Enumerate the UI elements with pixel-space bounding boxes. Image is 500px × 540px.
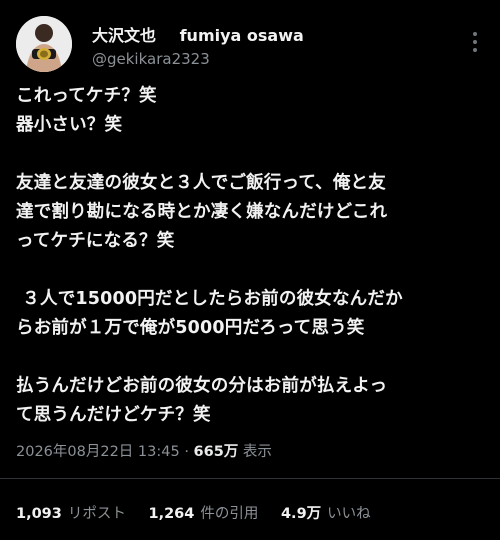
likes-stat[interactable]: 4.9万 いいね bbox=[281, 506, 371, 522]
likes-label: いいね bbox=[327, 506, 371, 522]
timestamp[interactable]: 2026年08月22日 13:45 bbox=[16, 444, 180, 460]
views-label: 表示 bbox=[242, 444, 272, 460]
tweet-header: 大沢文也 fumiya osawa @gekikara2323 bbox=[16, 16, 488, 72]
quotes-label: 件の引用 bbox=[200, 506, 259, 522]
author-english-name[interactable]: fumiya osawa bbox=[180, 26, 304, 45]
avatar[interactable] bbox=[16, 16, 72, 72]
likes-count: 4.9万 bbox=[280, 506, 322, 522]
tweet-line: ３人で15000円だとしたらお前の彼女なんだか bbox=[16, 289, 403, 309]
tweet-meta: 2026年08月22日 13:45 · 665万 表示 bbox=[16, 440, 272, 461]
tweet-line: これってケチ？笑 bbox=[16, 86, 157, 106]
tweet-line: らお前が１万で俺が5000円だろって思う笑 bbox=[16, 318, 365, 338]
tweet-line: 達で割り勘になる時とか凄く嫌なんだけどこれ bbox=[16, 202, 388, 222]
tweet-line: 払うんだけどお前の彼女の分はお前が払えよっ bbox=[16, 376, 388, 396]
meta-separator: · bbox=[184, 444, 189, 460]
more-vertical-icon[interactable] bbox=[472, 32, 478, 52]
reposts-count: 1,093 bbox=[16, 506, 62, 522]
divider bbox=[0, 478, 500, 479]
author-handle[interactable]: @gekikara2323 bbox=[92, 50, 304, 68]
tweet-line: ってケチになる？笑 bbox=[16, 231, 175, 251]
avatar-image bbox=[16, 16, 72, 72]
quotes-count: 1,264 bbox=[148, 506, 195, 522]
reposts-label: リポスト bbox=[67, 506, 126, 522]
tweet-line: て思うんだけどケチ？笑 bbox=[16, 405, 211, 425]
tweet-text: これってケチ？笑 器小さい？笑 友達と友達の彼女と３人でご飯行って、俺と友 達で… bbox=[16, 82, 486, 430]
views-count: 665万 bbox=[193, 444, 239, 460]
tweet-line: 器小さい？笑 bbox=[16, 115, 123, 135]
author-display-name[interactable]: 大沢文也 bbox=[92, 26, 156, 45]
tweet-line: 友達と友達の彼女と３人でご飯行って、俺と友 bbox=[16, 173, 386, 193]
quotes-stat[interactable]: 1,264 件の引用 bbox=[148, 506, 258, 522]
tweet-stats: 1,093 リポスト 1,264 件の引用 4.9万 いいね bbox=[16, 502, 389, 523]
reposts-stat[interactable]: 1,093 リポスト bbox=[16, 506, 126, 522]
